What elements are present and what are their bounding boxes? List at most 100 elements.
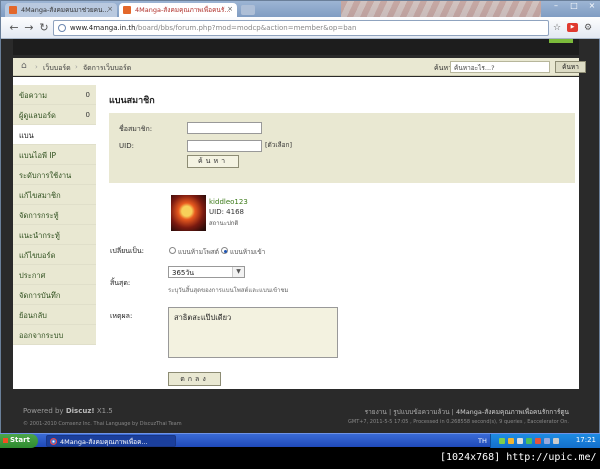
youtube-icon[interactable]: ▶ <box>567 23 578 32</box>
taskbar: Start 4Manga-สังคมคุณภาพเพื่อค... TH 17:… <box>0 433 600 448</box>
member-uid: UID: 4168 <box>209 208 244 216</box>
webpage: ⌂ › เว็บบอร์ด › จัดการเว็บบอร์ด ค้นหา ค้… <box>1 39 599 434</box>
breadcrumb-separator: › <box>75 63 78 71</box>
footer-links: รายงาน | รูปแบบข้อความล้วน | 4Manga-สังค… <box>365 407 569 417</box>
tray-app-icon[interactable] <box>508 438 514 444</box>
footer-sitename[interactable]: 4Manga-สังคมคุณภาพเพื่อคนรักการ์ตูน <box>456 408 569 416</box>
home-icon[interactable]: ⌂ <box>21 62 31 71</box>
sidebar-item-announcements[interactable]: ประกาศ <box>13 265 96 285</box>
tray-app-icon[interactable] <box>499 438 505 444</box>
tab-1[interactable]: 4Manga-สังคมคนมาช่วยคน... × <box>5 3 117 17</box>
minimize-icon[interactable]: – <box>547 1 565 14</box>
banner-accent <box>549 39 573 43</box>
sidebar-item-label: ระดับการใช้งาน <box>19 171 72 180</box>
sidebar-item-label: ข้อความ <box>19 91 48 100</box>
star-icon[interactable]: ☆ <box>550 21 564 35</box>
sidebar-item-label: แก้ไขสมาชิก <box>19 191 61 200</box>
sidebar-item-logs[interactable]: จัดการบันทึก <box>13 285 96 305</box>
tab-strip: 4Manga-สังคมคนมาช่วยคน... × 4Manga-สังคม… <box>1 1 600 17</box>
forward-icon[interactable]: → <box>22 21 36 35</box>
powered-name[interactable]: Discuz! <box>66 407 95 415</box>
tab-2-label: 4Manga-สังคมคุณภาพเพื่อคนรั... <box>135 6 231 14</box>
member-search-form: ชื่อสมาชิก: UID: [ตัวเลือก] ค้นหา <box>109 113 575 183</box>
sidebar-item-label: จัดการกระทู้ <box>19 211 59 220</box>
browser-window: 4Manga-สังคมคนมาช่วยคน... × 4Manga-สังคม… <box>0 0 600 446</box>
sidebar-item-label: ย้อนกลับ <box>19 311 47 320</box>
address-bar[interactable]: www.4manga.in.th/board/bbs/forum.php?mod… <box>53 20 549 36</box>
start-button[interactable]: Start <box>0 434 38 448</box>
reason-textarea[interactable]: สาธิตสะแป๊ปเดียว <box>168 307 338 358</box>
sidebar-item-edit-board[interactable]: แก้ไขบอร์ด <box>13 245 96 265</box>
member-username[interactable]: kiddleo123 <box>209 198 248 206</box>
taskbar-item-label: 4Manga-สังคมคุณภาพเพื่อค... <box>60 438 148 446</box>
clock: 17:21 <box>575 436 596 444</box>
language-indicator[interactable]: TH <box>478 437 487 445</box>
footer: Powered by Discuz! X1.5 © 2001-2010 Coms… <box>13 399 579 431</box>
expire-select[interactable]: 365วัน ▼ <box>168 266 245 278</box>
uid-label: UID: <box>119 142 134 150</box>
site-banner <box>13 39 579 55</box>
tray-app-icon[interactable] <box>535 438 541 444</box>
sidebar-item-label: จัดการบันทึก <box>19 291 61 300</box>
sidebar-item-ban[interactable]: แบน <box>13 125 96 145</box>
page-menu-icon[interactable]: ⚙ <box>581 21 595 35</box>
close-tab-icon[interactable]: × <box>227 5 233 13</box>
sidebar-item-messages[interactable]: ข้อความ 0 <box>13 85 96 105</box>
back-icon[interactable]: ← <box>7 21 21 35</box>
sidebar-item-back[interactable]: ย้อนกลับ <box>13 305 96 325</box>
sidebar-item-logout[interactable]: ออกจากระบบ <box>13 325 96 345</box>
powered-by: Powered by Discuz! X1.5 <box>23 407 113 415</box>
tray-app-icon[interactable] <box>544 438 550 444</box>
breadcrumb-admin[interactable]: จัดการเว็บบอร์ด <box>83 63 131 74</box>
tab-2[interactable]: 4Manga-สังคมคุณภาพเพื่อคนรั... × <box>119 3 237 17</box>
sidebar-item-manage-threads[interactable]: จัดการกระทู้ <box>13 205 96 225</box>
server-info: GMT+7, 2011-5-5 17:05 , Processed in 0.2… <box>348 419 569 425</box>
toolbar: ← → ↻ www.4manga.in.th/board/bbs/forum.p… <box>1 17 600 39</box>
sidebar-item-label: แบน <box>19 131 34 140</box>
sidebar-item-label: ออกจากระบบ <box>19 331 64 340</box>
member-name-input[interactable] <box>187 122 262 134</box>
sidebar-item-label: ผู้ดูแลบอร์ด <box>19 111 56 120</box>
breadcrumb-board[interactable]: เว็บบอร์ด <box>43 63 71 74</box>
close-tab-icon[interactable]: × <box>107 5 113 13</box>
taskbar-item[interactable]: 4Manga-สังคมคุณภาพเพื่อค... <box>46 435 176 447</box>
sidebar-item-user-level[interactable]: ระดับการใช้งาน <box>13 165 96 185</box>
copyright: © 2001-2010 Comsenz Inc. Thai Language b… <box>23 421 182 427</box>
radio-ban-visit[interactable] <box>221 247 228 254</box>
powered-version: X1.5 <box>96 407 113 415</box>
tab-1-label: 4Manga-สังคมคนมาช่วยคน... <box>21 6 109 14</box>
avatar <box>171 195 206 231</box>
radio-ban-post[interactable] <box>169 247 176 254</box>
member-search-button[interactable]: ค้นหา <box>187 155 239 168</box>
sidebar-item-label: แก้ไขบอร์ด <box>19 251 56 260</box>
page-title: แบนสมาชิก <box>109 96 155 106</box>
globe-icon <box>58 24 66 32</box>
powered-prefix: Powered by <box>23 407 64 415</box>
submit-button[interactable]: ตกลง <box>168 372 221 386</box>
sidebar-item-ban-ip[interactable]: แบนไอพี IP <box>13 145 96 165</box>
breadcrumb: ⌂ › เว็บบอร์ด › จัดการเว็บบอร์ด ค้นหา ค้… <box>13 58 586 76</box>
sidebar-item-label: แนะนำกระทู้ <box>19 231 60 240</box>
uid-input[interactable] <box>187 140 262 152</box>
url-host: www.4manga.in.th <box>70 24 136 32</box>
tray-app-icon[interactable] <box>526 438 532 444</box>
search-input[interactable]: ค้นหาอะไร...? <box>450 61 550 73</box>
search-button[interactable]: ค้นหา <box>555 61 586 73</box>
volume-icon[interactable] <box>553 438 559 444</box>
sidebar-item-recommend-threads[interactable]: แนะนำกระทู้ <box>13 225 96 245</box>
sidebar: ข้อความ 0 ผู้ดูแลบอร์ด 0 แบน แบนไอพี IP ระ… <box>13 85 96 345</box>
footer-link-list[interactable]: รายงาน | รูปแบบข้อความล้วน | <box>365 408 454 416</box>
breadcrumb-separator: › <box>35 63 38 71</box>
url-path: /board/bbs/forum.php?mod=modcp&action=me… <box>135 24 357 32</box>
close-window-icon[interactable]: × <box>583 1 600 14</box>
member-name-label: ชื่อสมาชิก: <box>119 125 153 133</box>
radio-ban-visit-label: แบนห้ามเข้า <box>230 248 266 256</box>
tray-app-icon[interactable] <box>517 438 523 444</box>
sidebar-item-label: ประกาศ <box>19 271 46 280</box>
maximize-icon[interactable]: □ <box>565 1 583 14</box>
sidebar-item-moderators[interactable]: ผู้ดูแลบอร์ด 0 <box>13 105 96 125</box>
new-tab-button[interactable] <box>241 5 255 15</box>
uid-picker-link[interactable]: [ตัวเลือก] <box>265 140 292 150</box>
sidebar-item-edit-member[interactable]: แก้ไขสมาชิก <box>13 185 96 205</box>
reload-icon[interactable]: ↻ <box>37 21 51 35</box>
